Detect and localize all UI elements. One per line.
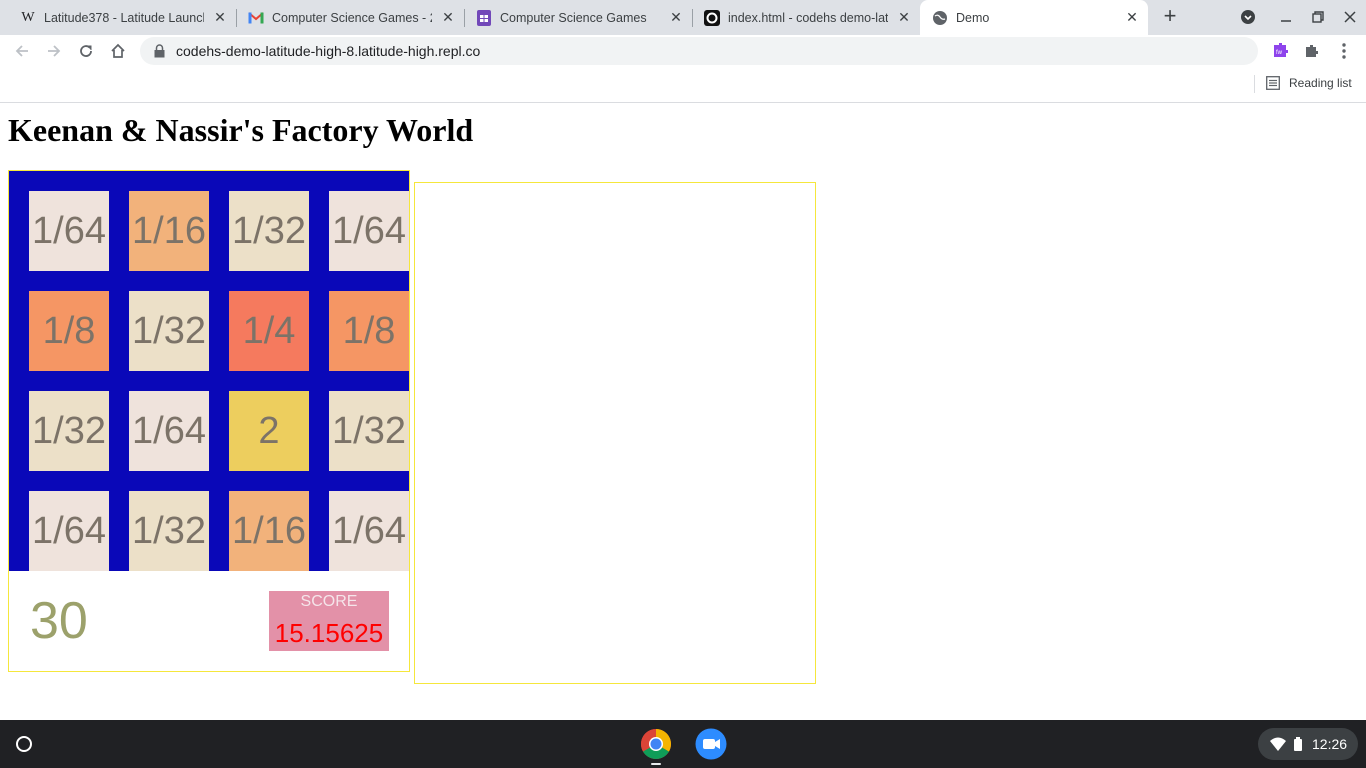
- tab-replit[interactable]: index.html - codehs demo-latit ✕: [692, 0, 920, 35]
- url-text: codehs-demo-latitude-high-8.latitude-hig…: [176, 43, 481, 59]
- reading-list-button[interactable]: Reading list: [1266, 76, 1352, 90]
- tile: 1/64: [329, 491, 409, 571]
- replit-icon: [704, 9, 720, 26]
- tile: 1/32: [329, 391, 409, 471]
- wifi-icon: [1270, 737, 1286, 751]
- restore-icon[interactable]: [1306, 6, 1330, 28]
- page-content: Keenan & Nassir's Factory World 1/64 1/16…: [0, 103, 1366, 720]
- game-board[interactable]: 1/64 1/16 1/32 1/64 1/8 1/32 1/4 1/8 1/32 1/64 2 1/…: [9, 171, 409, 571]
- tile: 1/64: [29, 191, 109, 271]
- launcher-icon[interactable]: [8, 728, 40, 760]
- minimize-icon[interactable]: [1274, 6, 1298, 28]
- tab-sheets[interactable]: Computer Science Games ✕: [464, 0, 692, 35]
- address-bar[interactable]: codehs-demo-latitude-high-8.latitude-hig…: [140, 37, 1258, 65]
- tile: 1/16: [229, 491, 309, 571]
- tile: 1/64: [29, 491, 109, 571]
- close-icon[interactable]: ✕: [440, 9, 456, 26]
- globe-icon: [932, 10, 948, 26]
- forward-icon[interactable]: [42, 39, 66, 63]
- reading-list-icon: [1266, 76, 1280, 90]
- wikipedia-icon: W: [21, 9, 35, 25]
- extensions-puzzle-icon[interactable]: [1300, 39, 1324, 63]
- tab-latitude-launch[interactable]: W Latitude378 - Latitude Launch ✕: [8, 0, 236, 35]
- move-counter: 30: [30, 592, 88, 650]
- game-panel: 1/64 1/16 1/32 1/64 1/8 1/32 1/4 1/8 1/32 1/64 2 1/…: [8, 170, 410, 672]
- close-icon[interactable]: ✕: [668, 9, 684, 26]
- tile: 1/8: [29, 291, 109, 371]
- tab-title: Demo: [956, 10, 990, 25]
- tile: 1/64: [129, 391, 209, 471]
- gmail-icon: [248, 10, 264, 26]
- tab-search-icon[interactable]: [1236, 6, 1260, 28]
- battery-icon: [1294, 737, 1302, 751]
- back-icon[interactable]: [10, 39, 34, 63]
- tile: 1/32: [29, 391, 109, 471]
- bookmarks-bar: Reading list: [0, 67, 1366, 103]
- tab-demo[interactable]: Demo ✕: [920, 0, 1148, 35]
- page-title: Keenan & Nassir's Factory World: [8, 112, 474, 148]
- side-panel: [414, 182, 816, 684]
- close-icon[interactable]: ✕: [1124, 9, 1140, 26]
- close-icon[interactable]: ✕: [212, 9, 228, 26]
- google-sheets-icon: [476, 9, 492, 26]
- clock: 12:26: [1312, 736, 1348, 752]
- tab-title: index.html - codehs demo-latit: [728, 10, 888, 25]
- close-icon[interactable]: ✕: [896, 9, 912, 26]
- browser-toolbar: codehs-demo-latitude-high-8.latitude-hig…: [0, 35, 1366, 67]
- tab-strip: W Latitude378 - Latitude Launch ✕ Comput…: [0, 0, 1366, 35]
- new-tab-icon[interactable]: +: [1158, 5, 1182, 29]
- svg-text:fw: fw: [1276, 50, 1283, 56]
- home-icon[interactable]: [106, 39, 130, 63]
- tile: 1/8: [329, 291, 409, 371]
- score-label: SCORE: [300, 593, 358, 610]
- menu-kebab-icon[interactable]: [1332, 39, 1356, 63]
- score-box: SCORE 15.15625: [269, 591, 389, 651]
- tile: 1/32: [129, 491, 209, 571]
- tile: 2: [229, 391, 309, 471]
- tab-title: Latitude378 - Latitude Launch: [44, 10, 204, 25]
- tile: 1/32: [129, 291, 209, 371]
- tab-title: Computer Science Games - 28: [272, 10, 432, 25]
- zoom-icon[interactable]: [694, 727, 728, 761]
- os-shelf: 12:26: [0, 720, 1366, 768]
- tab-title: Computer Science Games: [500, 10, 647, 25]
- reload-icon[interactable]: [74, 39, 98, 63]
- tile: 1/4: [229, 291, 309, 371]
- lock-icon[interactable]: [152, 44, 166, 58]
- tile: 1/64: [329, 191, 409, 271]
- system-tray[interactable]: 12:26: [1258, 728, 1358, 760]
- reading-list-label: Reading list: [1289, 76, 1352, 90]
- tile: 1/16: [129, 191, 209, 271]
- extension-fw-icon[interactable]: fw: [1268, 39, 1292, 63]
- tile: 1/32: [229, 191, 309, 271]
- tab-gmail[interactable]: Computer Science Games - 28 ✕: [236, 0, 464, 35]
- chrome-icon[interactable]: [639, 727, 673, 761]
- close-window-icon[interactable]: [1338, 6, 1362, 28]
- score-value: 15.15625: [274, 618, 384, 648]
